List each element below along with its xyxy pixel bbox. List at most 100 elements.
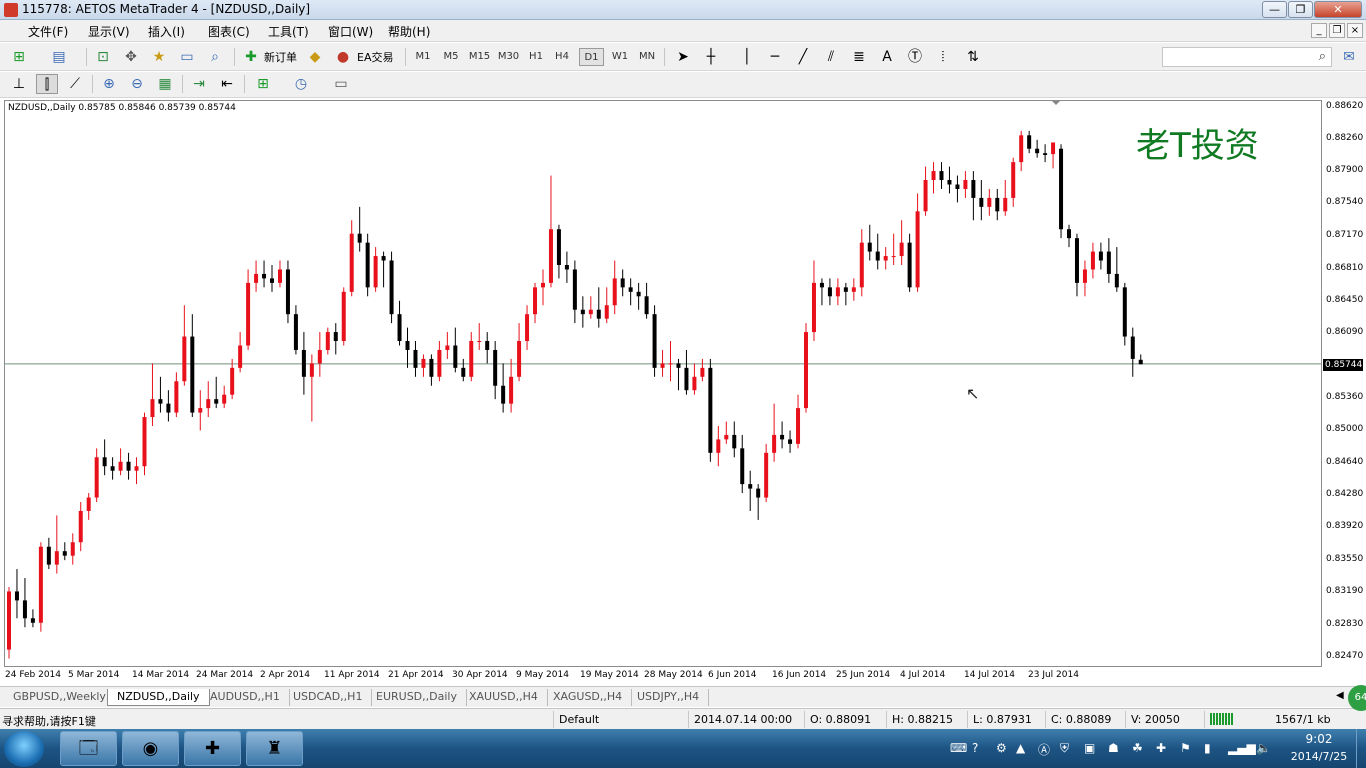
chart-shift-icon[interactable]: ⇤ [216, 74, 238, 94]
show-hidden-icons-icon[interactable]: ▲ [1016, 741, 1025, 755]
clock-time[interactable]: 9:02 [1294, 732, 1344, 746]
profiles-icon[interactable]: ▤ [48, 47, 70, 67]
new-chart-icon[interactable]: ⊞ [8, 47, 30, 67]
timeframe-m5[interactable]: M5 [439, 48, 463, 66]
candlestick-chart[interactable] [0, 97, 1366, 687]
maximize-button[interactable]: ❐ [1288, 1, 1313, 18]
keyboard-icon[interactable]: ⌨ [950, 741, 967, 755]
menu-insert[interactable]: 插入(I) [148, 23, 185, 40]
templates-icon[interactable]: ▭ [330, 74, 352, 94]
clock-date[interactable]: 2014/7/25 [1284, 750, 1354, 763]
tab-usdcad-h1[interactable]: USDCAD,,H1 [284, 689, 373, 706]
new-order-button[interactable]: 新订单 [264, 49, 297, 65]
menu-help[interactable]: 帮助(H) [388, 23, 430, 40]
arrows-icon[interactable]: ⇅ [962, 47, 984, 67]
tray-plus-icon[interactable]: ✚ [1156, 741, 1166, 755]
mdi-close-button[interactable]: × [1347, 23, 1363, 38]
timeframe-h4[interactable]: H4 [551, 48, 573, 66]
start-button[interactable] [4, 731, 44, 767]
tray-menu-icon[interactable]: ⚙ [996, 741, 1007, 755]
tab-xagusd-h4[interactable]: XAGUSD,,H4 [544, 689, 633, 706]
timeframe-mn[interactable]: MN [635, 48, 659, 66]
timeframe-h1[interactable]: H1 [525, 48, 547, 66]
horizontal-line-icon[interactable]: ─ [764, 47, 786, 67]
fibonacci-icon[interactable]: ≣ [848, 47, 870, 67]
market-watch-icon[interactable]: ⊡ [92, 47, 114, 67]
candle-body [126, 461, 131, 471]
tab-gbpusd-weekly[interactable]: GBPUSD,,Weekly [4, 689, 116, 706]
metaeditor-icon[interactable]: ◆ [304, 47, 326, 67]
expert-advisors-button[interactable]: EA交易 [357, 49, 393, 65]
tab-xauusd-h4[interactable]: XAUUSD,,H4 [460, 689, 548, 706]
text-icon[interactable]: A [876, 47, 898, 67]
strategy-tester-icon[interactable]: ⌕ [204, 47, 226, 67]
taskbar-app-plus-icon[interactable]: ✚ [184, 731, 241, 766]
mdi-minimize-button[interactable]: _ [1311, 23, 1327, 38]
candle-body [206, 399, 211, 409]
taskbar-app-metatrader-icon[interactable]: ♜ [246, 731, 303, 766]
timeframe-w1[interactable]: W1 [609, 48, 631, 66]
periods-icon[interactable]: ◷ [290, 74, 312, 94]
candle [987, 188, 992, 216]
tab-eurusd-daily[interactable]: EURUSD,,Daily [367, 689, 467, 706]
vertical-line-icon[interactable]: │ [736, 47, 758, 67]
indicators-icon[interactable]: ⊞ [252, 74, 274, 94]
tray-flag-icon[interactable]: ⚑ [1180, 741, 1191, 755]
candle-body [772, 434, 777, 453]
tab-usdjpy-h4[interactable]: USDJPY,,H4 [628, 689, 710, 706]
tray-app-a-icon[interactable]: Ⓐ [1038, 741, 1050, 758]
timeframe-m30[interactable]: M30 [495, 48, 522, 66]
tray-app-2-icon[interactable]: ☗ [1108, 741, 1119, 755]
menu-window[interactable]: 窗口(W) [328, 23, 373, 40]
data-window-icon[interactable]: ★ [148, 47, 170, 67]
tray-app-3-icon[interactable]: ☘ [1132, 741, 1143, 755]
trendline-icon[interactable]: ╱ [792, 47, 814, 67]
navigator-icon[interactable]: ✥ [120, 47, 142, 67]
chart-shift-marker-icon[interactable] [1052, 101, 1060, 105]
timeframe-m15[interactable]: M15 [466, 48, 493, 66]
security-shield-icon[interactable]: ⛨ [1060, 741, 1069, 756]
menu-tools[interactable]: 工具(T) [268, 23, 309, 40]
expert-advisors-icon[interactable]: ● [332, 47, 354, 67]
search-input[interactable]: ⌕ [1162, 47, 1332, 67]
close-button[interactable]: ✕ [1314, 1, 1362, 18]
timeframe-m1[interactable]: M1 [412, 48, 434, 66]
menu-charts[interactable]: 图表(C) [208, 23, 250, 40]
fibo-fan-icon[interactable]: ⦙ [932, 47, 954, 67]
zoom-in-icon[interactable]: ⊕ [98, 74, 120, 94]
line-chart-icon[interactable]: ⟋ [64, 74, 86, 94]
help-tray-icon[interactable]: ? [972, 741, 978, 755]
network-icon[interactable]: ▂▄▆ [1228, 741, 1256, 755]
menu-file[interactable]: 文件(F) [28, 23, 68, 40]
candlestick-icon[interactable]: ⫿ [36, 74, 58, 94]
tab-audusd-h1[interactable]: AUDUSD,,H1 [201, 689, 290, 706]
show-desktop-button[interactable] [1356, 729, 1366, 768]
tab-nzdusd-daily[interactable]: NZDUSD,,Daily [107, 689, 210, 706]
tabs-scroll-left-icon[interactable]: ◀ [1336, 690, 1344, 701]
zoom-out-icon[interactable]: ⊖ [126, 74, 148, 94]
menu-view[interactable]: 显示(V) [88, 23, 130, 40]
tray-device-icon[interactable]: ▮ [1204, 741, 1211, 755]
terminal-icon[interactable]: ▭ [176, 47, 198, 67]
crosshair-icon[interactable]: ┼ [700, 47, 722, 67]
bar-chart-icon[interactable]: ⊥ [8, 74, 30, 94]
taskbar-app-explorer-icon[interactable]: 🗔 [60, 731, 117, 766]
tray-app-icon[interactable]: ▣ [1084, 741, 1095, 755]
minimize-button[interactable]: — [1262, 1, 1287, 18]
notification-badge-icon[interactable]: 64 [1348, 685, 1366, 711]
cursor-icon[interactable]: ➤ [672, 47, 694, 67]
new-order-icon[interactable]: ✚ [240, 47, 262, 67]
taskbar-app-browser-icon[interactable]: ◉ [122, 731, 179, 766]
mdi-restore-button[interactable]: ❐ [1329, 23, 1345, 38]
connection-status-icon[interactable] [1210, 713, 1234, 725]
timeframe-d1[interactable]: D1 [579, 48, 604, 66]
auto-scroll-icon[interactable]: ⇥ [188, 74, 210, 94]
volume-icon[interactable]: 🔈 [1256, 741, 1271, 755]
equidistant-channel-icon[interactable]: ⫽ [820, 47, 842, 67]
messages-icon[interactable]: ✉ [1338, 47, 1360, 67]
candle-body [764, 452, 769, 498]
date-axis-label: 21 Apr 2014 [388, 670, 444, 680]
tile-windows-icon[interactable]: ▦ [154, 74, 176, 94]
text-label-icon[interactable]: Ⓣ [904, 47, 926, 67]
search-icon[interactable]: ⌕ [1319, 49, 1326, 64]
